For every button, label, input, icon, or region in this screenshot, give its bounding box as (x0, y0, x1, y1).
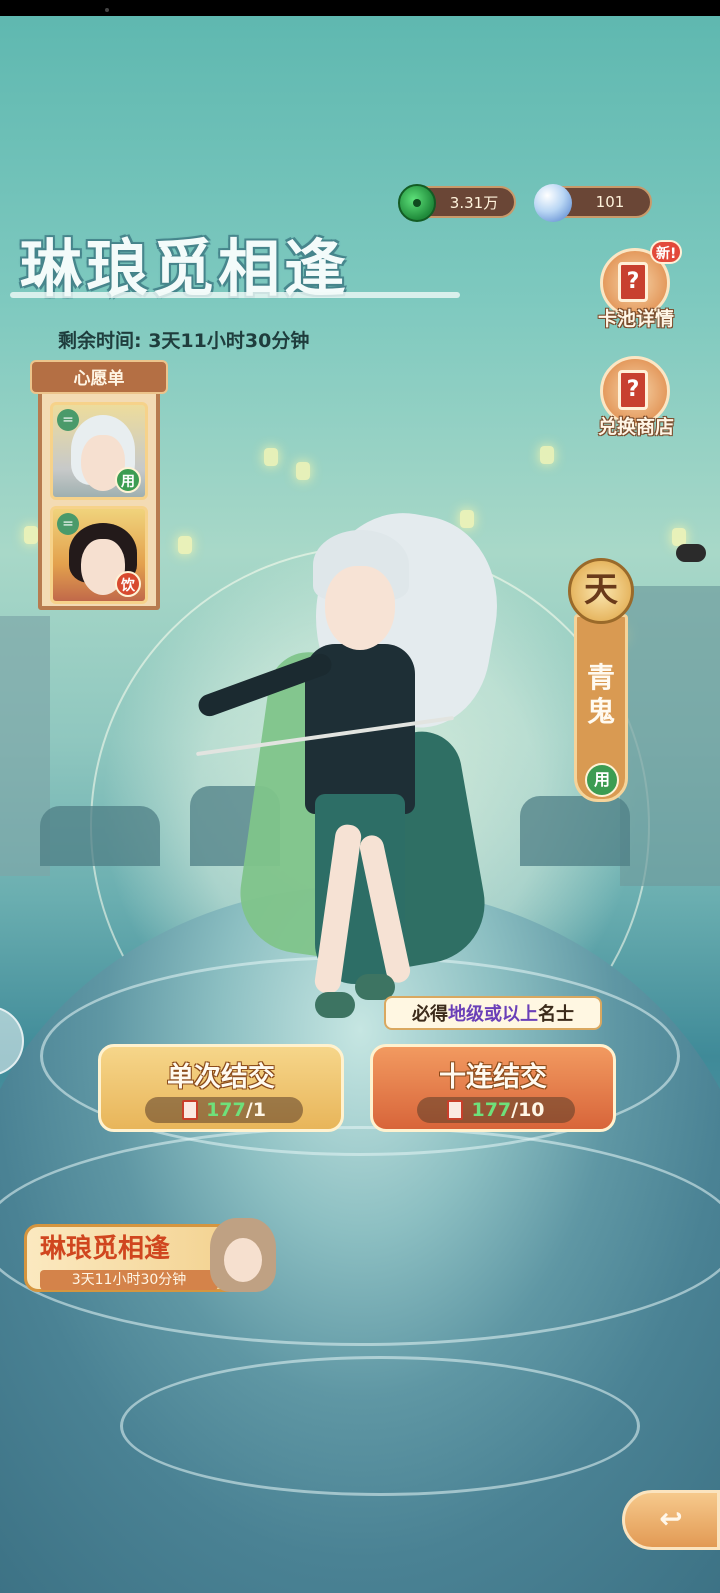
back-button[interactable]: ↩ (622, 1490, 720, 1550)
character-name-banner[interactable]: 青鬼 用 天 (568, 558, 634, 808)
single-pull-label: 单次结交 (167, 1062, 275, 1093)
ripple (120, 1356, 640, 1496)
single-pull-button[interactable]: 单次结交 177/1 (98, 1044, 344, 1132)
character-shoe (315, 992, 355, 1018)
lantern (24, 526, 38, 544)
wishlist-panel: 心愿单 = 用 = 饮 (30, 360, 168, 610)
ticket-icon (182, 1100, 199, 1120)
ticket-icon (447, 1100, 464, 1120)
status-bar (0, 0, 720, 16)
exchange-shop-label: 兑换商店 (597, 416, 674, 438)
guarantee-hint: 必得 地级或以上 名士 (384, 996, 602, 1030)
character-illustration[interactable] (165, 499, 545, 1064)
event-banner[interactable]: 琳琅觅相逢 3天11小时30分钟 (14, 1214, 276, 1298)
event-title-logo: 琳琅觅相逢 (10, 218, 460, 318)
new-badge: 新! (650, 240, 683, 264)
jade-currency[interactable]: 3.31万 (398, 184, 516, 222)
camera-notch (676, 544, 706, 562)
pearl-currency[interactable]: 101 (534, 184, 652, 222)
role-tag: 饮 (115, 571, 141, 597)
pool-details-label: 卡池详情 (597, 308, 674, 330)
ten-pull-button[interactable]: 十连结交 177/10 (370, 1044, 616, 1132)
wishlist-title: 心愿单 (30, 360, 168, 394)
remaining-time: 剩余时间: 3天11小时30分钟 (58, 330, 310, 352)
wishlist-item[interactable]: = 用 (50, 402, 148, 500)
camera-dot (105, 8, 109, 12)
grade-badge: 天 (568, 558, 634, 624)
rank-icon: = (57, 513, 79, 535)
card-question-icon: ? (618, 370, 648, 410)
pearl-amount: 101 (595, 193, 625, 211)
name-scroll: 青鬼 用 (574, 614, 628, 802)
jade-amount: 3.31万 (449, 193, 499, 212)
event-banner-title: 琳琅觅相逢 (40, 1234, 171, 1264)
character-role-tag: 用 (585, 763, 619, 797)
rank-icon: = (57, 409, 79, 431)
role-tag: 用 (115, 467, 141, 493)
jade-coin-icon (398, 184, 436, 222)
character-name: 青鬼 (586, 661, 615, 728)
ticket-owned: 177 (206, 1099, 246, 1121)
hint-prefix: 必得 (412, 1004, 448, 1025)
event-banner-time: 3天11小时30分钟 (40, 1270, 218, 1290)
single-pull-cost: 177/1 (145, 1097, 303, 1123)
ten-pull-label: 十连结交 (439, 1062, 547, 1093)
character-face (325, 566, 395, 650)
exchange-shop-button[interactable]: ? 兑换商店 (588, 356, 684, 446)
hint-suffix: 名士 (538, 1004, 574, 1025)
pearl-icon (534, 184, 572, 222)
wishlist-item[interactable]: = 饮 (50, 506, 148, 604)
title-brush-stroke (10, 292, 460, 298)
hint-highlight: 地级或以上 (448, 1004, 538, 1025)
ticket-required: /10 (511, 1099, 545, 1121)
return-arrow-icon: ↩ (659, 1502, 683, 1535)
ticket-required: /1 (245, 1099, 266, 1121)
roof (40, 806, 160, 866)
lantern (264, 448, 278, 466)
ten-pull-cost: 177/10 (417, 1097, 575, 1123)
ticket-owned: 177 (471, 1099, 512, 1121)
lantern (296, 462, 310, 480)
lantern (540, 446, 554, 464)
card-question-icon: ? (618, 262, 648, 302)
event-portrait-face (224, 1238, 262, 1282)
pool-details-button[interactable]: ? 新! 卡池详情 (588, 240, 684, 338)
